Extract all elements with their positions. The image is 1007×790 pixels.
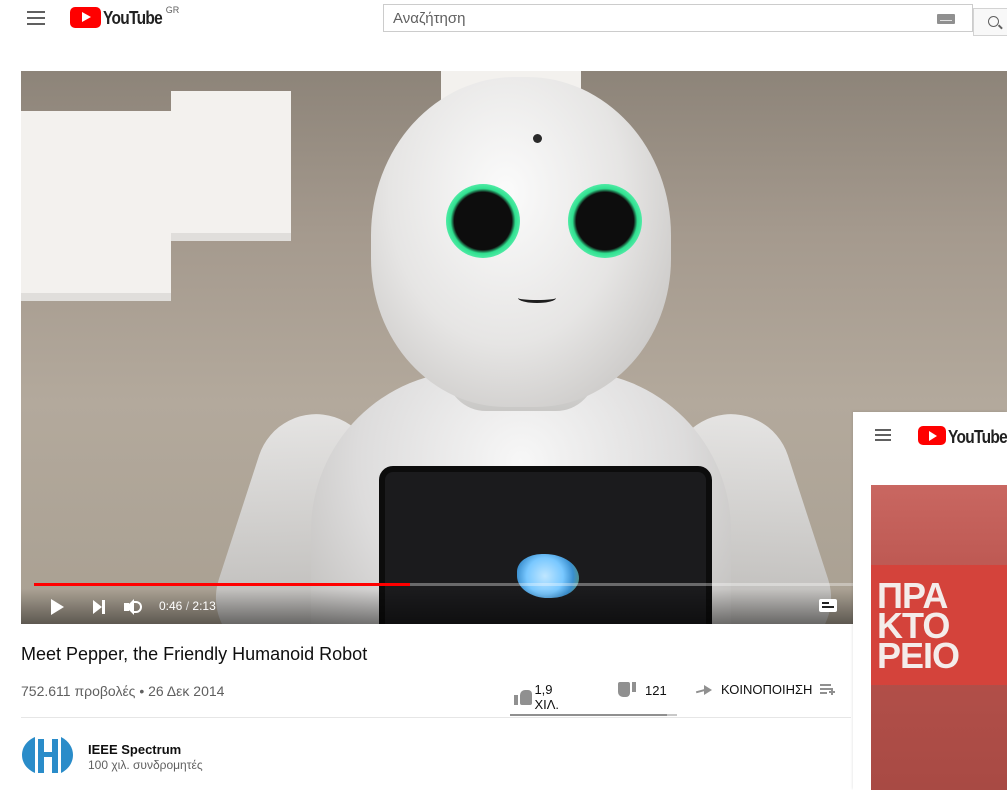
robot-eye [568, 184, 642, 258]
channel-name[interactable]: IEEE Spectrum [88, 742, 181, 757]
top-bar: YouTube GR [0, 0, 1007, 40]
video-views-date: 752.611 προβολές • 26 Δεκ 2014 [21, 683, 225, 699]
youtube-page: YouTube GR Αναζήτηση 0:46 / 2:13 YouTube… [0, 0, 1007, 790]
duration: 2:13 [192, 599, 216, 613]
play-icon[interactable] [51, 599, 64, 615]
overlapping-window[interactable]: YouTube GR ΠΡΑ ΚΤΟ ΡΕΙΟ [853, 412, 1007, 790]
subtitles-icon[interactable] [819, 599, 837, 612]
dislike-icon [618, 682, 638, 698]
time-separator: / [185, 599, 190, 613]
menu-icon[interactable] [875, 429, 891, 441]
search-input[interactable] [384, 5, 924, 31]
menu-icon[interactable] [27, 11, 45, 25]
logo-region: GR [165, 5, 180, 15]
share-label: ΚΟΙΝΟΠΟΙΗΣΗ [721, 682, 813, 697]
sentiment-bar [510, 714, 677, 716]
sentiment-fill [510, 714, 667, 716]
progress-fill [34, 583, 411, 586]
search-box [383, 4, 1007, 36]
progress-bar[interactable] [34, 583, 994, 586]
dislike-count: 121 [645, 682, 667, 698]
share-button[interactable]: ΚΟΙΝΟΠΟΙΗΣΗ [696, 682, 812, 697]
like-icon [514, 689, 533, 705]
video-title: Meet Pepper, the Friendly Humanoid Robot [21, 644, 368, 664]
youtube-logo[interactable]: YouTube GR [70, 5, 180, 29]
like-count: 1,9 ΧΙΛ. [534, 682, 560, 712]
dislike-button[interactable]: 121 [618, 682, 667, 698]
youtube-logo-icon [918, 426, 946, 445]
robot-eye [446, 184, 520, 258]
like-button[interactable]: 1,9 ΧΙΛ. [514, 682, 566, 712]
time-display: 0:46 / 2:13 [159, 599, 216, 613]
video-thumbnail[interactable]: ΠΡΑ ΚΤΟ ΡΕΙΟ [871, 485, 1007, 790]
logo-text: YouTube [103, 8, 163, 28]
channel-subscribers: 100 χιλ. συνδρομητές [88, 758, 203, 772]
robot-camera [533, 134, 542, 143]
next-icon[interactable] [93, 600, 105, 614]
search-icon [988, 16, 999, 27]
youtube-logo-icon [70, 7, 101, 28]
scene-shelf [21, 111, 171, 301]
youtube-logo[interactable]: YouTube GR [918, 426, 1007, 448]
robot-mouth [518, 293, 556, 303]
search-button[interactable] [973, 8, 1007, 36]
sign-text: ΠΡΑ ΚΤΟ ΡΕΙΟ [877, 575, 960, 676]
scene-shelf [171, 91, 291, 241]
channel-avatar[interactable] [21, 733, 73, 777]
divider [21, 717, 851, 718]
current-time: 0:46 [159, 599, 183, 613]
logo-text: YouTube [948, 427, 1007, 447]
keyboard-icon[interactable] [937, 14, 955, 24]
share-icon [696, 684, 714, 696]
add-to-playlist-icon [820, 684, 836, 696]
add-to-playlist-button[interactable] [820, 684, 836, 696]
